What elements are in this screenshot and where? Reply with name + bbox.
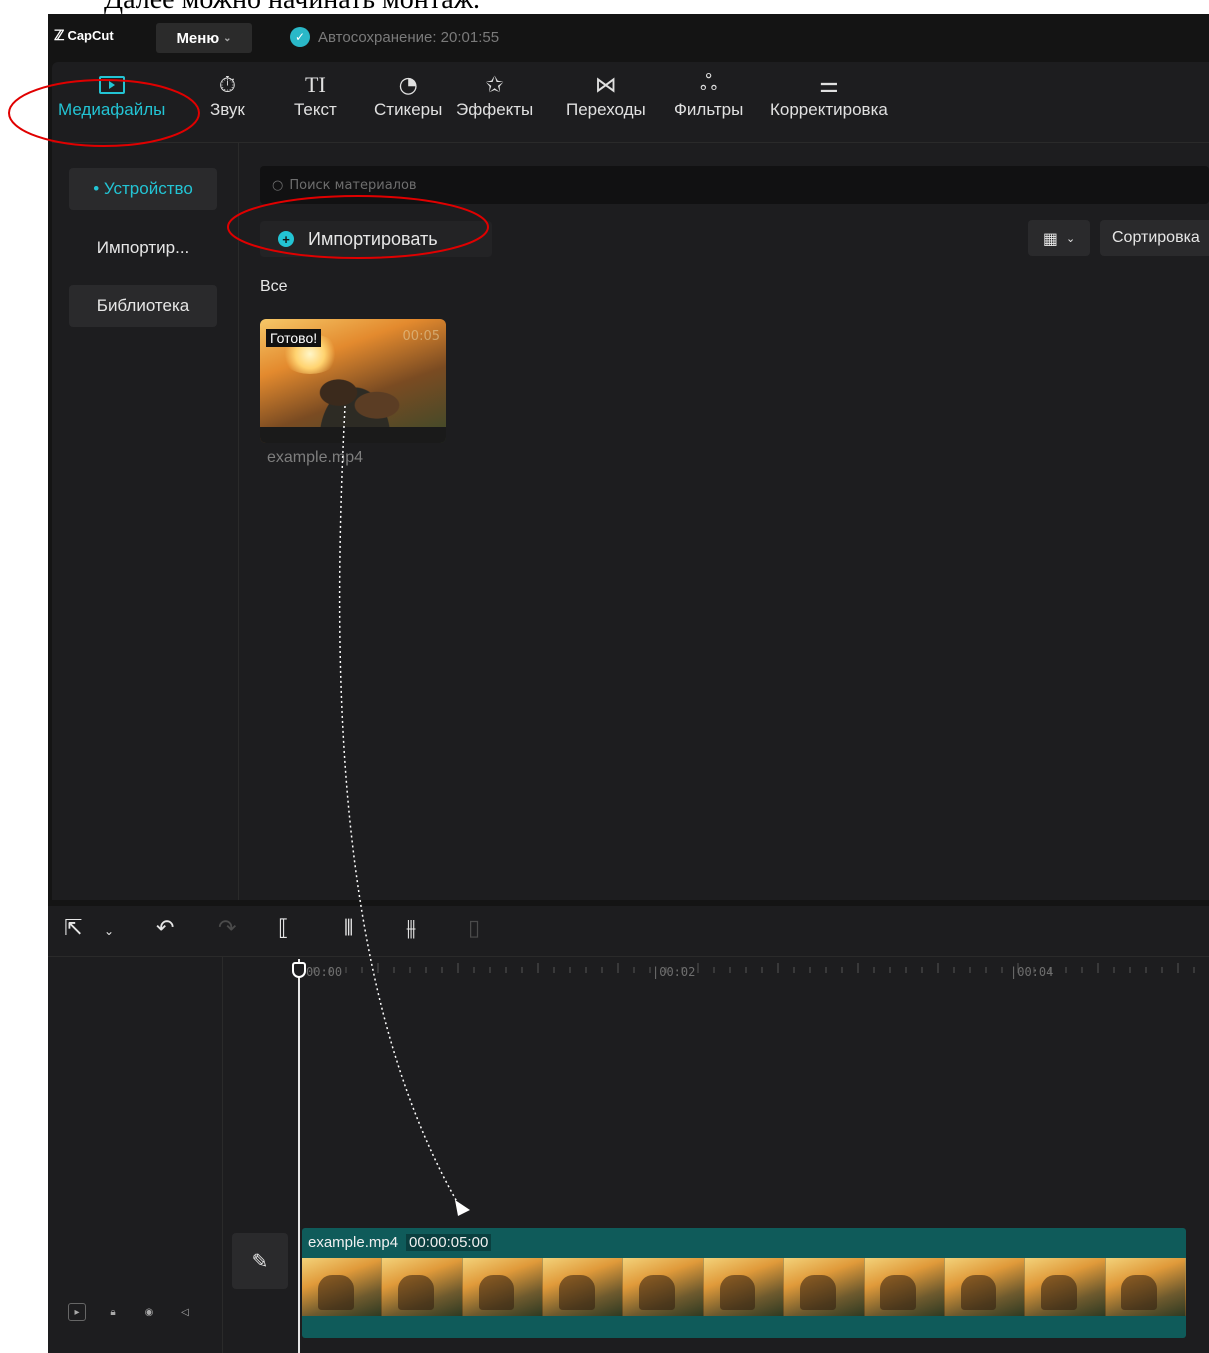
ruler-ticks <box>298 963 1195 973</box>
menu-button[interactable]: Меню ⌄ <box>156 23 252 53</box>
media-panel: Медиафайлы ⏱ Звук TI Текст ◔ Стикеры ✩ Э… <box>52 62 1209 900</box>
trim-left-icon[interactable]: ⫴ <box>344 916 353 941</box>
media-duration: 00:05 <box>402 329 440 344</box>
import-button[interactable]: + Импортировать <box>260 221 492 257</box>
tab-stickers[interactable]: ◔ Стикеры <box>374 70 442 120</box>
menu-label: Меню <box>176 29 220 47</box>
pencil-icon: ✎ <box>251 1249 269 1273</box>
tab-filters-label: Фильтры <box>674 100 744 119</box>
import-label: Импортировать <box>308 228 438 249</box>
check-icon: ✓ <box>290 27 310 47</box>
view-mode-button[interactable]: ▦ ⌄ <box>1028 220 1090 256</box>
clip-frame <box>623 1258 704 1316</box>
clip-name: example.mp4 <box>308 1234 399 1251</box>
media-thumbnail[interactable]: Готово! 00:05 <box>260 319 446 443</box>
undo-icon[interactable]: ↶ <box>156 916 174 941</box>
chevron-down-icon[interactable]: ⌄ <box>104 924 114 938</box>
timeline-clip[interactable]: example.mp4 00:00:05:00 <box>302 1228 1186 1338</box>
trim-right-icon[interactable]: ⫵ <box>406 916 416 941</box>
split-icon[interactable]: ⟦ <box>278 916 289 941</box>
redo-icon[interactable]: ↷ <box>218 916 236 941</box>
tab-adjust-label: Корректировка <box>770 100 888 119</box>
clip-duration: 00:00:05:00 <box>406 1234 492 1251</box>
clip-frame <box>703 1258 785 1316</box>
clip-frame <box>784 1258 865 1316</box>
transitions-icon: ⋈ <box>594 72 617 98</box>
track-header: ▸ 🔒︎ ◉ ◁ <box>48 957 223 1353</box>
media-sidebar: • Устройство Импортир... Библиотека <box>52 143 239 900</box>
lock-icon[interactable]: 🔒︎ <box>104 1303 122 1321</box>
clip-frame <box>1105 1258 1186 1316</box>
search-placeholder: Поиск материалов <box>289 177 417 193</box>
tab-filters[interactable]: ஃ Фильтры <box>674 70 743 120</box>
grid-icon: ▦ <box>1042 228 1058 248</box>
video-track-icon[interactable]: ▸ <box>68 1303 86 1321</box>
thumbnail-footer <box>260 427 446 443</box>
sidebar-item-library[interactable]: Библиотека <box>69 285 217 327</box>
volume-icon[interactable]: ◁ <box>176 1303 194 1321</box>
tab-media[interactable]: Медиафайлы <box>58 70 165 120</box>
chevron-down-icon: ⌄ <box>1065 231 1076 245</box>
delete-icon[interactable]: ▯ <box>468 916 480 941</box>
capcut-window: ℤ CapCut Меню ⌄ ✓ Автосохранение: 20:01:… <box>48 14 1209 1353</box>
media-icon <box>98 70 125 100</box>
tab-media-label: Медиафайлы <box>58 100 166 119</box>
tick-label: |00:04 <box>1010 965 1054 979</box>
tab-audio[interactable]: ⏱ Звук <box>210 70 245 120</box>
select-tool-icon[interactable]: ⇱ <box>64 916 82 941</box>
filters-icon: ஃ <box>700 71 718 96</box>
sort-button[interactable]: Сортировка <box>1100 220 1209 256</box>
audio-icon: ⏱ <box>218 72 237 98</box>
clip-frame <box>944 1258 1026 1316</box>
clip-frame <box>1025 1258 1106 1316</box>
clip-frame <box>382 1258 463 1316</box>
adjust-icon: ⚌ <box>819 72 839 98</box>
autosave-text: Автосохранение: 20:01:55 <box>318 28 500 46</box>
sticker-icon: ◔ <box>398 72 418 98</box>
title-bar: ℤ CapCut Меню ⌄ ✓ Автосохранение: 20:01:… <box>48 14 1209 62</box>
effects-icon: ✩ <box>485 72 504 98</box>
playhead-line[interactable] <box>298 959 300 1353</box>
timeline-panel: ⇱ ⌄ ↶ ↷ ⟦ ⫴ ⫵ ▯ 00:00 |00:02 |00:04 ▸ 🔒︎… <box>48 906 1209 1353</box>
tab-effects-label: Эффекты <box>456 100 534 119</box>
app-logo: ℤ CapCut <box>54 27 114 44</box>
app-logo-text: CapCut <box>67 28 114 43</box>
tab-stickers-label: Стикеры <box>374 100 443 119</box>
time-ruler[interactable]: 00:00 |00:02 |00:04 <box>298 957 1209 987</box>
clip-frame <box>864 1258 945 1316</box>
plus-icon: + <box>278 231 294 247</box>
tab-text[interactable]: TI Текст <box>294 70 337 120</box>
playhead-handle[interactable] <box>292 962 306 978</box>
edit-cover-button[interactable]: ✎ <box>232 1233 288 1289</box>
chevron-down-icon: ⌄ <box>223 32 232 44</box>
tab-text-label: Текст <box>294 100 337 119</box>
clip-frame <box>462 1258 544 1316</box>
sidebar-item-device[interactable]: • Устройство <box>69 168 217 210</box>
clip-frames <box>302 1258 1186 1316</box>
all-label: Все <box>260 278 288 295</box>
clip-frame <box>543 1258 624 1316</box>
text-icon: TI <box>305 72 326 97</box>
media-filename: example.mp4 <box>267 449 364 466</box>
search-icon: ○ <box>272 177 284 193</box>
timeline-toolbar: ⇱ ⌄ ↶ ↷ ⟦ ⫴ ⫵ ▯ <box>48 906 1209 957</box>
tick-label: |00:02 <box>652 965 696 979</box>
tab-audio-label: Звук <box>210 100 245 119</box>
tab-effects[interactable]: ✩ Эффекты <box>456 70 533 120</box>
clip-header: example.mp4 00:00:05:00 <box>308 1234 492 1251</box>
autosave-status: ✓ Автосохранение: 20:01:55 <box>290 27 499 47</box>
tick-label: 00:00 <box>306 965 343 979</box>
sidebar-item-import[interactable]: Импортир... <box>69 227 217 269</box>
clip-frame <box>302 1258 383 1316</box>
eye-icon[interactable]: ◉ <box>140 1303 158 1321</box>
ready-badge: Готово! <box>266 329 322 347</box>
tab-transitions-label: Переходы <box>566 100 646 119</box>
tab-adjust[interactable]: ⚌ Корректировка <box>770 70 888 120</box>
category-tabs: Медиафайлы ⏱ Звук TI Текст ◔ Стикеры ✩ Э… <box>52 62 1209 143</box>
capcut-logo-icon: ℤ <box>54 27 65 43</box>
tab-transitions[interactable]: ⋈ Переходы <box>566 70 646 120</box>
search-input[interactable]: ○ Поиск материалов <box>260 166 1209 204</box>
